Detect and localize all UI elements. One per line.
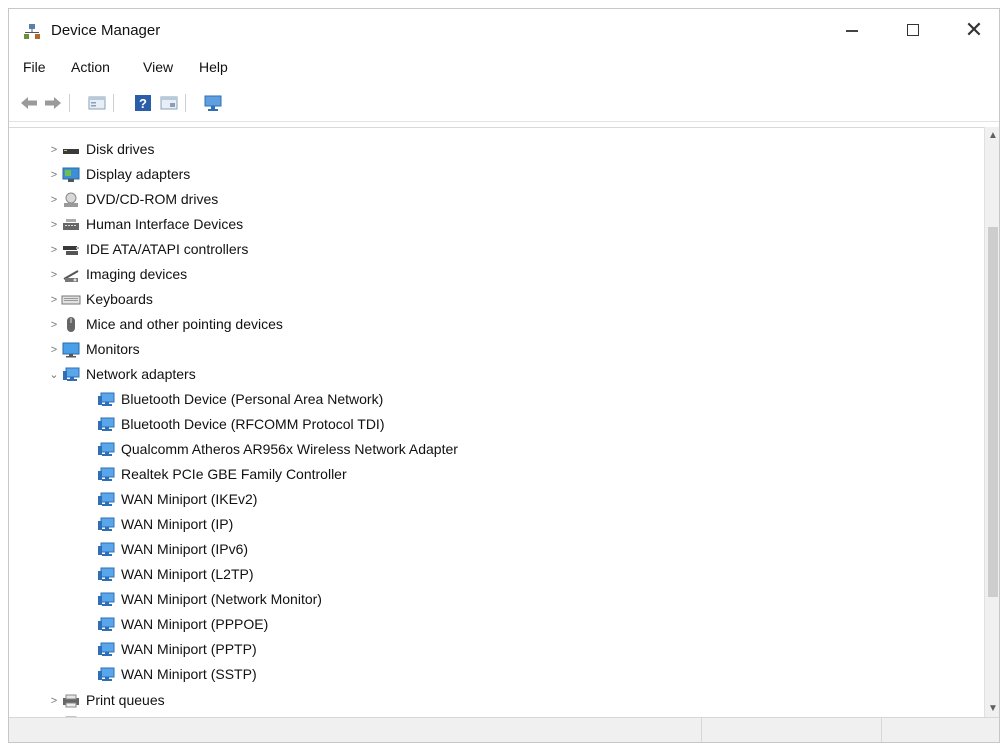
back-button[interactable] bbox=[19, 93, 39, 113]
printer-icon bbox=[61, 692, 81, 710]
close-icon: ✕ bbox=[964, 17, 984, 42]
network-adapter-icon bbox=[96, 641, 116, 659]
tree-node-disk-drives[interactable]: > Disk drives bbox=[47, 137, 155, 162]
keyboard-icon bbox=[61, 291, 81, 309]
network-adapter-icon bbox=[96, 666, 116, 684]
network-adapter-icon bbox=[96, 466, 116, 484]
expand-chevron-icon[interactable]: > bbox=[47, 168, 61, 182]
device-item[interactable]: WAN Miniport (PPPOE) bbox=[96, 612, 268, 637]
collapse-chevron-icon[interactable]: ⌄ bbox=[47, 368, 61, 382]
device-item[interactable]: WAN Miniport (PPTP) bbox=[96, 637, 257, 662]
toolbar-separator bbox=[185, 94, 186, 112]
device-item[interactable]: WAN Miniport (SSTP) bbox=[96, 662, 257, 687]
back-icon bbox=[21, 97, 37, 109]
vertical-scrollbar[interactable]: ▲ ▼ bbox=[984, 127, 999, 717]
properties-icon bbox=[88, 96, 106, 110]
scan-hardware-icon bbox=[204, 95, 222, 111]
toolbar-separator bbox=[113, 94, 114, 112]
scroll-down-arrow-icon[interactable]: ▼ bbox=[985, 700, 999, 717]
svg-text:?: ? bbox=[139, 96, 147, 111]
forward-button[interactable] bbox=[43, 93, 63, 113]
help-icon: ? bbox=[135, 95, 151, 111]
minimize-icon bbox=[846, 30, 858, 32]
toolbar-separator bbox=[69, 94, 70, 112]
status-panel bbox=[701, 718, 882, 742]
device-item[interactable]: WAN Miniport (IP) bbox=[96, 512, 233, 537]
tree-node-display-adapters[interactable]: > Display adapters bbox=[47, 162, 191, 187]
tree-node-mice[interactable]: > Mice and other pointing devices bbox=[47, 312, 283, 337]
status-bar bbox=[9, 717, 999, 742]
tree-node-ide-controllers[interactable]: > IDE ATA/ATAPI controllers bbox=[47, 237, 249, 262]
tree-node-network-adapters[interactable]: ⌄ Network adapters bbox=[47, 362, 195, 387]
expand-chevron-icon[interactable]: > bbox=[47, 243, 61, 257]
tree-node-monitors[interactable]: > Monitors bbox=[47, 337, 140, 362]
device-manager-window: Device Manager ✕ File Action View Help ? bbox=[8, 8, 1000, 743]
network-adapter-icon bbox=[96, 391, 116, 409]
device-tree: > Disk drives > Display adapters > DVD/C… bbox=[9, 127, 984, 718]
update-driver-icon bbox=[160, 96, 178, 110]
scroll-thumb[interactable] bbox=[988, 227, 998, 597]
device-item[interactable]: WAN Miniport (Network Monitor) bbox=[96, 587, 322, 612]
expand-chevron-icon[interactable]: > bbox=[47, 218, 61, 232]
status-panel bbox=[881, 718, 999, 742]
network-adapter-icon bbox=[96, 441, 116, 459]
device-item[interactable]: WAN Miniport (IKEv2) bbox=[96, 487, 257, 512]
device-item[interactable]: Qualcomm Atheros AR956x Wireless Network… bbox=[96, 437, 458, 462]
update-driver-button[interactable] bbox=[159, 93, 179, 113]
menu-bar: File Action View Help bbox=[9, 55, 999, 81]
window-title: Device Manager bbox=[51, 22, 161, 39]
dvd-drive-icon bbox=[61, 191, 81, 209]
device-item[interactable]: WAN Miniport (L2TP) bbox=[96, 562, 254, 587]
device-item[interactable]: Realtek PCIe GBE Family Controller bbox=[96, 462, 347, 487]
maximize-button[interactable] bbox=[890, 9, 936, 51]
tree-node-human-interface-devices[interactable]: > Human Interface Devices bbox=[47, 212, 243, 237]
expand-chevron-icon[interactable]: > bbox=[47, 268, 61, 282]
ide-controller-icon bbox=[61, 241, 81, 259]
menu-help[interactable]: Help bbox=[199, 59, 228, 75]
network-adapter-icon bbox=[96, 491, 116, 509]
network-adapter-icon bbox=[96, 416, 116, 434]
forward-icon bbox=[45, 97, 61, 109]
mouse-icon bbox=[61, 316, 81, 334]
tree-node-keyboards[interactable]: > Keyboards bbox=[47, 287, 153, 312]
properties-button[interactable] bbox=[87, 93, 107, 113]
network-adapter-icon bbox=[96, 616, 116, 634]
network-adapter-icon bbox=[96, 591, 116, 609]
menu-file[interactable]: File bbox=[23, 59, 46, 75]
menu-view[interactable]: View bbox=[143, 59, 173, 75]
display-adapter-icon bbox=[61, 166, 81, 184]
menu-action[interactable]: Action bbox=[71, 59, 110, 75]
device-manager-icon bbox=[23, 23, 41, 41]
tree-node-dvd-cdrom-drives[interactable]: > DVD/CD-ROM drives bbox=[47, 187, 218, 212]
expand-chevron-icon[interactable]: > bbox=[47, 143, 61, 157]
tree-node-imaging-devices[interactable]: > Imaging devices bbox=[47, 262, 187, 287]
imaging-device-icon bbox=[61, 266, 81, 284]
disk-drive-icon bbox=[61, 141, 81, 159]
network-adapter-icon bbox=[96, 541, 116, 559]
hid-icon bbox=[61, 216, 81, 234]
expand-chevron-icon[interactable]: > bbox=[47, 318, 61, 332]
scroll-up-arrow-icon[interactable]: ▲ bbox=[985, 127, 999, 144]
expand-chevron-icon[interactable]: > bbox=[47, 293, 61, 307]
help-button[interactable]: ? bbox=[133, 93, 153, 113]
network-adapter-icon bbox=[96, 516, 116, 534]
close-button[interactable]: ✕ bbox=[951, 9, 997, 51]
title-bar[interactable]: Device Manager ✕ bbox=[9, 9, 999, 51]
toolbar: ? bbox=[9, 85, 999, 122]
network-adapter-icon bbox=[96, 566, 116, 584]
network-adapter-icon bbox=[61, 366, 81, 384]
minimize-button[interactable] bbox=[829, 9, 875, 51]
device-item[interactable]: Bluetooth Device (Personal Area Network) bbox=[96, 387, 383, 412]
monitor-icon bbox=[61, 341, 81, 359]
expand-chevron-icon[interactable]: > bbox=[47, 343, 61, 357]
device-item[interactable]: WAN Miniport (IPv6) bbox=[96, 537, 248, 562]
device-item[interactable]: Bluetooth Device (RFCOMM Protocol TDI) bbox=[96, 412, 384, 437]
scan-hardware-button[interactable] bbox=[203, 93, 223, 113]
expand-chevron-icon[interactable]: > bbox=[47, 193, 61, 207]
maximize-icon bbox=[907, 24, 919, 36]
expand-chevron-icon[interactable]: > bbox=[47, 694, 61, 708]
